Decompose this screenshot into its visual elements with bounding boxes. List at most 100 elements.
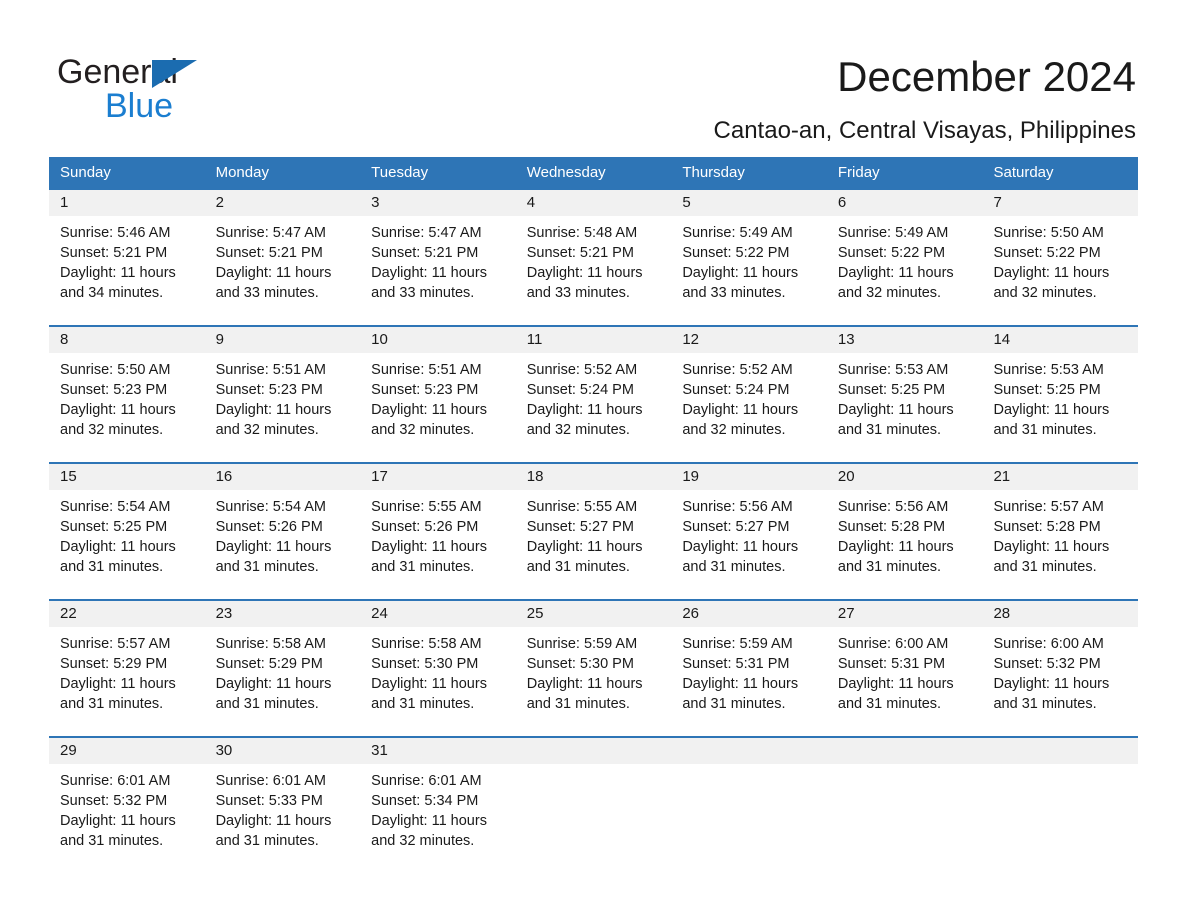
day-cell[interactable]: Sunrise: 5:51 AM Sunset: 5:23 PM Dayligh… — [360, 353, 516, 462]
day-cell[interactable]: Sunrise: 5:53 AM Sunset: 5:25 PM Dayligh… — [982, 353, 1138, 462]
page-header: General Blue December 2024 Cantao-an, Ce… — [0, 0, 1188, 150]
day-cell[interactable]: Sunrise: 6:01 AM Sunset: 5:33 PM Dayligh… — [205, 764, 361, 873]
daylight-text-line2: and 31 minutes. — [837, 696, 942, 712]
sunset-text: Sunset: 5:28 PM — [993, 519, 1101, 535]
day-number-empty — [671, 738, 827, 764]
sunset-text: Sunset: 5:31 PM — [682, 656, 790, 672]
day-cell[interactable]: Sunrise: 5:58 AM Sunset: 5:30 PM Dayligh… — [360, 627, 516, 736]
day-number: 10 — [371, 331, 388, 348]
week-daynumber-band: 1 2 3 4 5 6 7 — [49, 190, 1138, 216]
weekday-header-tuesday: Tuesday — [371, 164, 429, 181]
day-number: 5 — [682, 194, 691, 211]
day-cell[interactable]: Sunrise: 5:49 AM Sunset: 5:22 PM Dayligh… — [827, 216, 983, 325]
daylight-text-line2: and 31 minutes. — [215, 696, 319, 712]
daylight-text-line1: Daylight: 11 hours — [215, 813, 332, 829]
day-cell[interactable]: Sunrise: 5:55 AM Sunset: 5:26 PM Dayligh… — [360, 490, 516, 599]
sunset-text: Sunset: 5:30 PM — [526, 656, 634, 672]
day-cell-empty — [982, 764, 1138, 873]
sunrise-text: Sunrise: 5:47 AM — [371, 225, 482, 241]
calendar-week-row: 15 16 17 18 19 20 21 Sunrise: 5:54 AM Su… — [49, 462, 1138, 599]
week-details-band: Sunrise: 5:57 AM Sunset: 5:29 PM Dayligh… — [49, 627, 1138, 736]
daylight-text-line2: and 31 minutes. — [60, 696, 164, 712]
daylight-text-line1: Daylight: 11 hours — [371, 813, 487, 829]
sunset-text: Sunset: 5:27 PM — [526, 519, 634, 535]
general-blue-logo[interactable]: General Blue — [57, 52, 317, 125]
daylight-text-line2: and 31 minutes. — [371, 559, 475, 575]
day-cell[interactable]: Sunrise: 5:53 AM Sunset: 5:25 PM Dayligh… — [827, 353, 983, 462]
sunset-text: Sunset: 5:34 PM — [371, 793, 479, 809]
day-number: 8 — [60, 331, 69, 348]
day-cell[interactable]: Sunrise: 5:52 AM Sunset: 5:24 PM Dayligh… — [516, 353, 672, 462]
daylight-text-line1: Daylight: 11 hours — [371, 265, 487, 281]
day-cell-empty — [516, 764, 672, 873]
day-cell[interactable]: Sunrise: 5:59 AM Sunset: 5:31 PM Dayligh… — [671, 627, 827, 736]
daylight-text-line2: and 32 minutes. — [371, 422, 475, 438]
sunset-text: Sunset: 5:25 PM — [837, 382, 946, 398]
day-cell[interactable]: Sunrise: 5:59 AM Sunset: 5:30 PM Dayligh… — [516, 627, 672, 736]
daylight-text-line1: Daylight: 11 hours — [60, 402, 176, 418]
daylight-text-line2: and 31 minutes. — [993, 696, 1097, 712]
daylight-text-line2: and 31 minutes. — [526, 559, 630, 575]
day-cell[interactable]: Sunrise: 6:00 AM Sunset: 5:32 PM Dayligh… — [982, 627, 1138, 736]
daylight-text-line2: and 33 minutes. — [526, 285, 630, 301]
day-cell[interactable]: Sunrise: 5:56 AM Sunset: 5:28 PM Dayligh… — [827, 490, 983, 599]
sunrise-text: Sunrise: 5:49 AM — [682, 225, 793, 241]
sunrise-text: Sunrise: 5:51 AM — [371, 362, 482, 378]
daylight-text-line2: and 33 minutes. — [215, 285, 319, 301]
day-cell[interactable]: Sunrise: 5:51 AM Sunset: 5:23 PM Dayligh… — [205, 353, 361, 462]
day-cell[interactable]: Sunrise: 5:54 AM Sunset: 5:26 PM Dayligh… — [205, 490, 361, 599]
day-cell[interactable]: Sunrise: 6:01 AM Sunset: 5:34 PM Dayligh… — [360, 764, 516, 873]
day-cell[interactable]: Sunrise: 5:47 AM Sunset: 5:21 PM Dayligh… — [205, 216, 361, 325]
day-cell[interactable]: Sunrise: 5:52 AM Sunset: 5:24 PM Dayligh… — [671, 353, 827, 462]
sunset-text: Sunset: 5:24 PM — [682, 382, 790, 398]
sunset-text: Sunset: 5:30 PM — [371, 656, 479, 672]
day-cell[interactable]: Sunrise: 5:46 AM Sunset: 5:21 PM Dayligh… — [49, 216, 205, 325]
day-cell[interactable]: Sunrise: 5:57 AM Sunset: 5:29 PM Dayligh… — [49, 627, 205, 736]
sunrise-text: Sunrise: 5:54 AM — [60, 499, 171, 515]
day-number: 30 — [215, 742, 233, 759]
daylight-text-line1: Daylight: 11 hours — [993, 402, 1110, 418]
sunrise-text: Sunrise: 5:59 AM — [526, 636, 638, 652]
day-number: 13 — [837, 331, 855, 348]
day-cell[interactable]: Sunrise: 5:54 AM Sunset: 5:25 PM Dayligh… — [49, 490, 205, 599]
day-cell[interactable]: Sunrise: 6:00 AM Sunset: 5:31 PM Dayligh… — [827, 627, 983, 736]
day-cell[interactable]: Sunrise: 5:49 AM Sunset: 5:22 PM Dayligh… — [671, 216, 827, 325]
weekday-header-thursday: Thursday — [682, 164, 745, 181]
daylight-text-line2: and 32 minutes. — [60, 422, 164, 438]
day-cell[interactable]: Sunrise: 5:47 AM Sunset: 5:21 PM Dayligh… — [360, 216, 516, 325]
sunrise-text: Sunrise: 5:47 AM — [215, 225, 326, 241]
day-cell[interactable]: Sunrise: 5:55 AM Sunset: 5:27 PM Dayligh… — [516, 490, 672, 599]
sunset-text: Sunset: 5:31 PM — [837, 656, 946, 672]
weekday-header-wednesday: Wednesday — [526, 164, 606, 181]
sunset-text: Sunset: 5:23 PM — [60, 382, 168, 398]
calendar-week-row: 22 23 24 25 26 27 28 Sunrise: 5:57 AM Su… — [49, 599, 1138, 736]
daylight-text-line2: and 31 minutes. — [682, 696, 786, 712]
daylight-text-line2: and 31 minutes. — [837, 559, 942, 575]
sunrise-text: Sunrise: 5:54 AM — [215, 499, 326, 515]
sunset-text: Sunset: 5:29 PM — [60, 656, 168, 672]
day-cell[interactable]: Sunrise: 5:58 AM Sunset: 5:29 PM Dayligh… — [205, 627, 361, 736]
calendar-week-row: 1 2 3 4 5 6 7 Sunrise: 5:46 AM Sunset: 5… — [49, 188, 1138, 325]
day-number: 26 — [682, 605, 699, 622]
day-cell[interactable]: Sunrise: 5:56 AM Sunset: 5:27 PM Dayligh… — [671, 490, 827, 599]
day-cell[interactable]: Sunrise: 5:50 AM Sunset: 5:22 PM Dayligh… — [982, 216, 1138, 325]
daylight-text-line2: and 33 minutes. — [371, 285, 475, 301]
daylight-text-line1: Daylight: 11 hours — [682, 676, 799, 692]
day-cell[interactable]: Sunrise: 6:01 AM Sunset: 5:32 PM Dayligh… — [49, 764, 205, 873]
day-number: 1 — [60, 194, 69, 211]
daylight-text-line2: and 31 minutes. — [371, 696, 475, 712]
day-cell[interactable]: Sunrise: 5:48 AM Sunset: 5:21 PM Dayligh… — [516, 216, 672, 325]
daylight-text-line1: Daylight: 11 hours — [993, 676, 1110, 692]
day-cell[interactable]: Sunrise: 5:57 AM Sunset: 5:28 PM Dayligh… — [982, 490, 1138, 599]
day-cell[interactable]: Sunrise: 5:50 AM Sunset: 5:23 PM Dayligh… — [49, 353, 205, 462]
daylight-text-line1: Daylight: 11 hours — [215, 402, 332, 418]
daylight-text-line1: Daylight: 11 hours — [526, 265, 643, 281]
calendar-week-row: 8 9 10 11 12 13 14 Sunrise: 5:50 AM Suns… — [49, 325, 1138, 462]
sunrise-text: Sunrise: 6:01 AM — [60, 773, 171, 789]
day-number: 31 — [371, 742, 388, 759]
day-number: 25 — [526, 605, 544, 622]
sunrise-text: Sunrise: 5:50 AM — [60, 362, 171, 378]
week-daynumber-band: 22 23 24 25 26 27 28 — [49, 601, 1138, 627]
daylight-text-line2: and 32 minutes. — [371, 833, 475, 849]
weekday-header-friday: Friday — [837, 164, 880, 181]
